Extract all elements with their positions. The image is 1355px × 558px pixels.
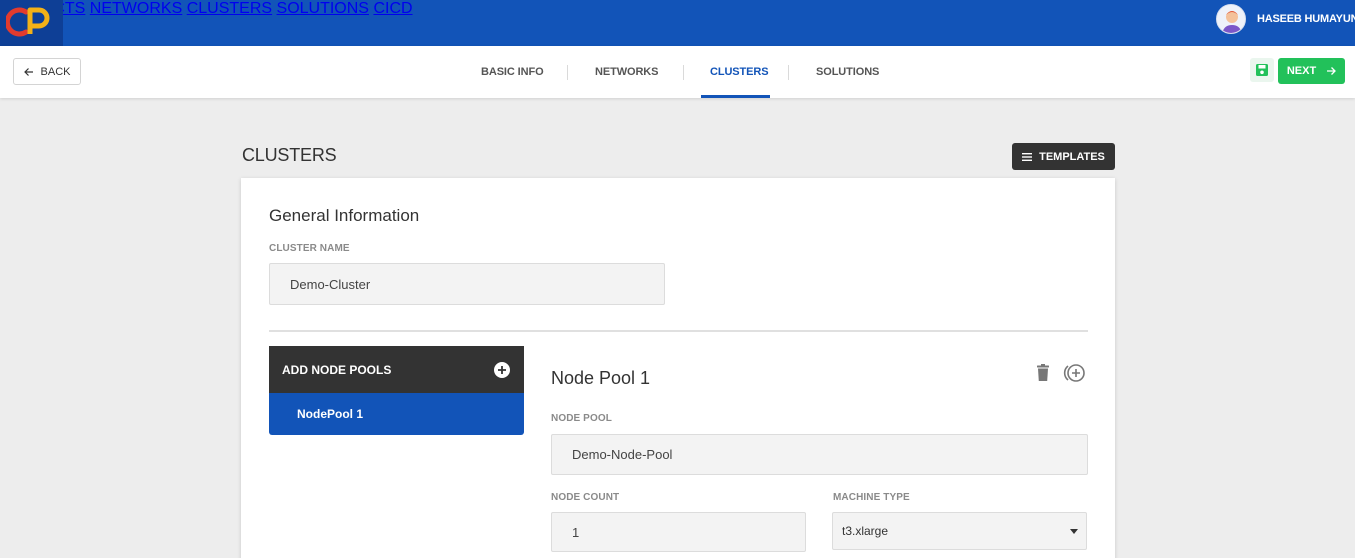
menu-icon xyxy=(1022,152,1033,161)
general-information-title: General Information xyxy=(269,206,420,225)
step-divider xyxy=(567,65,568,80)
machine-type-select[interactable]: t3.xlarge xyxy=(832,512,1087,550)
plus-icon xyxy=(498,366,506,374)
step-networks[interactable]: NETWORKS xyxy=(595,66,658,78)
user-avatar-icon xyxy=(1222,11,1242,33)
chevron-down-icon xyxy=(1070,529,1078,534)
topnav-cicd[interactable]: CICD xyxy=(373,0,412,17)
add-node-pools-header: ADD NODE POOLS xyxy=(269,346,524,393)
step-solutions[interactable]: SOLUTIONS xyxy=(816,66,879,78)
step-divider xyxy=(788,65,789,80)
trash-icon[interactable] xyxy=(1036,364,1050,382)
node-pool-list-item[interactable]: NodePool 1 xyxy=(269,393,524,435)
step-clusters[interactable]: CLUSTERS xyxy=(710,66,769,78)
step-divider xyxy=(683,65,684,80)
cluster-name-label: CLUSTER NAME xyxy=(269,243,350,254)
save-button[interactable] xyxy=(1250,58,1274,82)
active-step-indicator xyxy=(701,95,770,98)
arrow-left-icon xyxy=(23,67,33,76)
top-navbar: PROJECTS NETWORKS CLUSTERS SOLUTIONS CIC… xyxy=(0,0,1355,46)
cluster-form-card: General Information CLUSTER NAME Demo-Cl… xyxy=(241,178,1115,558)
templates-button[interactable]: TEMPLATES xyxy=(1012,143,1115,170)
save-icon xyxy=(1256,64,1268,76)
user-menu[interactable]: HASEEB HUMAYUN xyxy=(1216,4,1355,34)
machine-type-value: t3.xlarge xyxy=(842,524,889,538)
cp-logo-icon xyxy=(6,7,50,37)
back-label: BACK xyxy=(40,65,71,78)
topnav-solutions[interactable]: SOLUTIONS xyxy=(277,0,369,17)
add-node-pools-label: ADD NODE POOLS xyxy=(282,362,392,377)
page-title: CLUSTERS xyxy=(242,145,337,165)
stepper-bar: BACK BASIC INFO NETWORKS CLUSTERS SOLUTI… xyxy=(0,46,1355,98)
avatar xyxy=(1216,4,1246,34)
node-pool-label: NODE POOL xyxy=(551,413,612,424)
next-button[interactable]: NEXT xyxy=(1278,58,1345,84)
section-divider xyxy=(269,330,1088,332)
topnav-clusters[interactable]: CLUSTERS xyxy=(187,0,272,17)
node-pool-title: Node Pool 1 xyxy=(551,368,651,388)
templates-label: TEMPLATES xyxy=(1039,150,1105,163)
arrow-right-icon xyxy=(1327,67,1337,75)
cluster-name-input[interactable]: Demo-Cluster xyxy=(269,263,665,305)
node-count-label: NODE COUNT xyxy=(551,492,620,503)
app-logo[interactable] xyxy=(0,0,63,46)
node-pool-input[interactable]: Demo-Node-Pool xyxy=(551,434,1088,475)
back-button[interactable]: BACK xyxy=(13,58,81,85)
user-name: HASEEB HUMAYUN xyxy=(1257,13,1355,25)
add-circle-icon[interactable] xyxy=(1063,363,1087,383)
machine-type-label: MACHINE TYPE xyxy=(833,492,910,503)
add-node-pool-button[interactable] xyxy=(494,362,510,378)
step-basic-info[interactable]: BASIC INFO xyxy=(481,66,544,78)
topnav-networks[interactable]: NETWORKS xyxy=(90,0,182,17)
next-label: NEXT xyxy=(1286,65,1317,77)
node-count-input[interactable]: 1 xyxy=(551,512,806,552)
